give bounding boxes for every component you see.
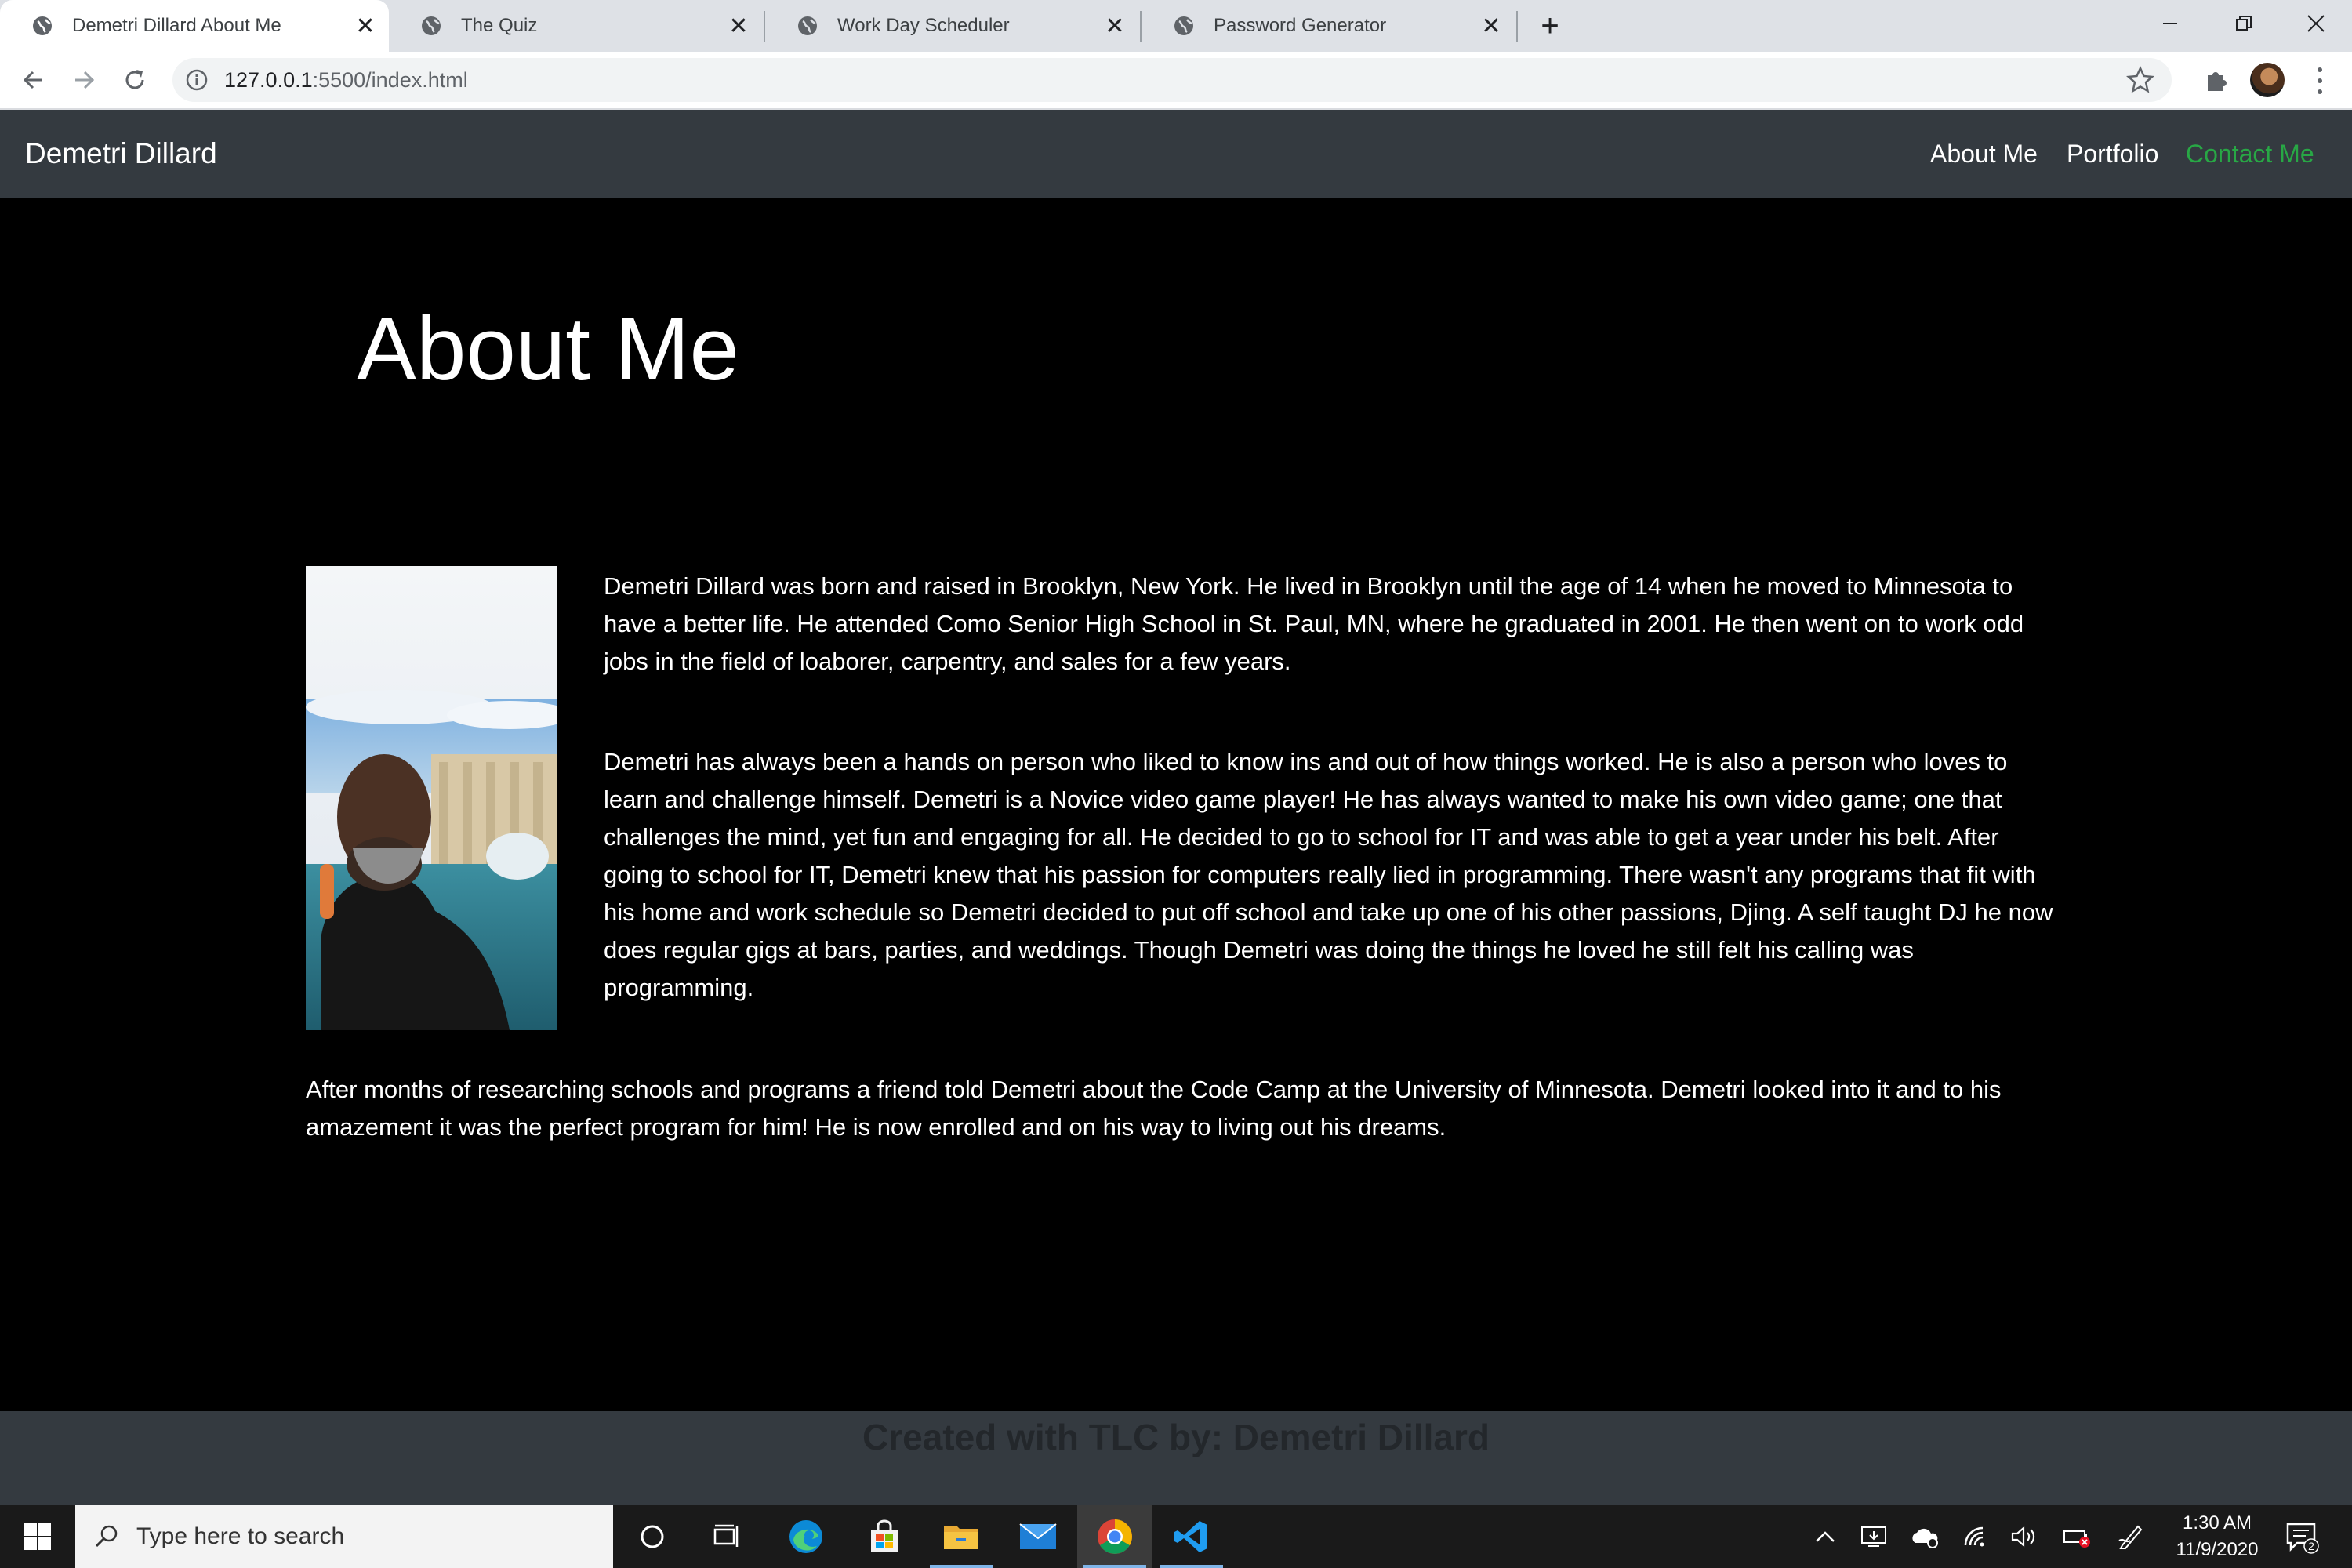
close-icon[interactable]: ✕: [350, 10, 381, 42]
minimize-button[interactable]: [2134, 0, 2206, 47]
profile-avatar[interactable]: [2250, 63, 2285, 97]
close-icon[interactable]: ✕: [1099, 10, 1131, 42]
taskbar-file-explorer[interactable]: [924, 1505, 999, 1568]
notification-count-badge: 2: [2308, 1540, 2314, 1552]
profile-photo: [306, 566, 557, 1030]
arrow-left-icon: [23, 71, 42, 89]
vscode-icon: [1174, 1521, 1207, 1552]
about-paragraph-3: After months of researching schools and …: [306, 1076, 2002, 1141]
clock-date: 11/9/2020: [2176, 1539, 2259, 1560]
folder-icon: [944, 1526, 978, 1549]
browser-toolbar: 127.0.0.1:5500/index.html: [0, 52, 2352, 110]
tab-title: Work Day Scheduler: [837, 15, 1010, 36]
mail-envelope-icon: [1019, 1523, 1057, 1549]
globe-icon: [33, 16, 52, 35]
tray-display[interactable]: [1853, 1505, 1894, 1568]
tray-pen[interactable]: [2111, 1505, 2151, 1568]
close-icon: [2307, 15, 2325, 32]
browser-menu-button[interactable]: [2308, 64, 2332, 97]
store-bag-icon: [871, 1519, 898, 1552]
nav-link-about-me[interactable]: About Me: [1930, 110, 2038, 198]
taskbar-vscode[interactable]: [1154, 1505, 1229, 1568]
chevron-up-icon: [1816, 1531, 1835, 1542]
tab-demetri-dillard-about-me[interactable]: Demetri Dillard About Me ✕: [0, 0, 389, 52]
clock-time: 1:30 AM: [2182, 1512, 2252, 1534]
main-content: About Me Demetri Dillard was born and ra…: [0, 198, 2352, 1411]
bookmark-star-icon[interactable]: [2126, 66, 2154, 94]
taskbar-edge[interactable]: [768, 1505, 844, 1568]
chrome-browser-icon: [1098, 1519, 1132, 1554]
tab-separator: [1516, 11, 1518, 42]
taskbar-store[interactable]: [847, 1505, 922, 1568]
battery-error-icon: [2063, 1530, 2090, 1548]
globe-icon: [422, 16, 441, 35]
tray-onedrive[interactable]: [1904, 1505, 1944, 1568]
tab-password-generator[interactable]: Password Generator ✕: [1142, 0, 1515, 52]
tray-overflow-button[interactable]: [1805, 1505, 1846, 1568]
site-footer: Created with TLC by: Demetri Dillard: [0, 1411, 2352, 1505]
about-paragraph-2: Demetri has always been a hands on perso…: [604, 748, 2053, 1001]
tab-work-day-scheduler[interactable]: Work Day Scheduler ✕: [765, 0, 1138, 52]
page-title: About Me: [357, 299, 739, 399]
forward-button[interactable]: [64, 60, 105, 100]
about-paragraph-1: Demetri Dillard was born and raised in B…: [604, 572, 2024, 675]
edge-browser-icon: [789, 1520, 822, 1553]
windows-logo-icon: [24, 1523, 51, 1550]
new-tab-button[interactable]: +: [1530, 6, 1570, 45]
globe-icon: [798, 16, 817, 35]
restore-icon: [2236, 16, 2252, 31]
extensions-puzzle-icon[interactable]: [2201, 66, 2231, 96]
taskbar-search-box[interactable]: Type here to search: [75, 1505, 613, 1568]
notification-center-icon[interactable]: 2: [2285, 1519, 2319, 1554]
cortana-button[interactable]: [615, 1505, 690, 1568]
browser-tab-strip: Demetri Dillard About Me ✕ The Quiz ✕ Wo…: [0, 0, 2352, 52]
address-bar[interactable]: 127.0.0.1:5500/index.html: [172, 58, 2172, 102]
tray-network[interactable]: [1955, 1505, 1996, 1568]
wifi-icon: [1964, 1526, 1984, 1547]
tab-title: The Quiz: [461, 15, 538, 36]
info-icon[interactable]: [185, 68, 209, 92]
back-button[interactable]: [13, 60, 53, 100]
tray-volume[interactable]: [2004, 1505, 2045, 1568]
close-window-button[interactable]: [2280, 0, 2352, 47]
navbar-brand[interactable]: Demetri Dillard: [25, 110, 217, 198]
reload-button[interactable]: [114, 60, 155, 100]
close-icon[interactable]: ✕: [1475, 10, 1507, 42]
arrow-right-icon: [75, 71, 95, 89]
windows-taskbar: Type here to search 1:30 AM 11/9/2020 2: [0, 1505, 2352, 1568]
close-icon[interactable]: ✕: [723, 10, 754, 42]
start-button[interactable]: [0, 1505, 75, 1568]
tab-title: Demetri Dillard About Me: [72, 15, 281, 36]
nav-link-portfolio[interactable]: Portfolio: [2067, 110, 2158, 198]
pen-ink-icon: [2118, 1525, 2143, 1549]
task-view-button[interactable]: [690, 1505, 765, 1568]
url-text: 127.0.0.1:5500/index.html: [224, 67, 468, 92]
site-navbar: Demetri Dillard About Me Portfolio Conta…: [0, 110, 2352, 198]
search-icon: [95, 1525, 118, 1548]
tray-battery-warning[interactable]: [2057, 1505, 2098, 1568]
task-view-icon: [713, 1524, 739, 1547]
restore-button[interactable]: [2208, 0, 2280, 47]
nav-link-contact-me[interactable]: Contact Me: [2186, 110, 2314, 198]
cortana-circle-icon: [641, 1525, 664, 1548]
cloud-sync-icon: [1912, 1528, 1938, 1548]
display-icon: [1861, 1526, 1886, 1547]
taskbar-chrome[interactable]: [1077, 1505, 1152, 1568]
globe-icon: [1174, 16, 1193, 35]
speaker-icon: [2011, 1526, 2035, 1548]
tab-the-quiz[interactable]: The Quiz ✕: [389, 0, 762, 52]
search-placeholder: Type here to search: [136, 1523, 345, 1549]
tab-title: Password Generator: [1214, 15, 1387, 36]
taskbar-clock[interactable]: 1:30 AM 11/9/2020: [2154, 1510, 2280, 1565]
footer-credit: Created with TLC by: Demetri Dillard: [862, 1417, 1490, 1457]
reload-icon: [125, 70, 144, 89]
taskbar-mail[interactable]: [1000, 1505, 1076, 1568]
minimize-icon: [2163, 23, 2177, 24]
